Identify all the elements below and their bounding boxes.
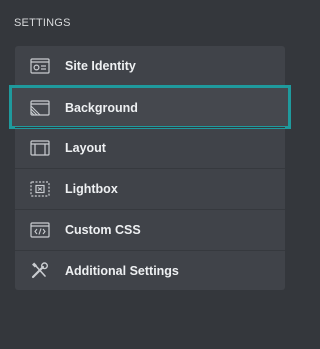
menu-item-label: Lightbox [65, 181, 118, 196]
lightbox-icon [29, 180, 51, 198]
menu-item-label: Site Identity [65, 59, 136, 73]
custom-css-icon [29, 221, 51, 239]
settings-section-title: SETTINGS [14, 17, 71, 29]
menu-item-label: Additional Settings [65, 263, 179, 278]
menu-item-layout[interactable]: Layout [15, 127, 285, 167]
layout-icon [29, 139, 51, 157]
menu-item-background[interactable]: Background [9, 85, 291, 129]
menu-item-label: Background [65, 100, 138, 115]
site-identity-icon [29, 57, 51, 75]
menu-item-label: Custom CSS [65, 222, 141, 237]
menu-item-site-identity[interactable]: Site Identity [15, 46, 285, 86]
menu-item-label: Layout [65, 140, 106, 155]
menu-item-custom-css[interactable]: Custom CSS [15, 209, 285, 249]
menu-item-lightbox[interactable]: Lightbox [15, 168, 285, 208]
menu-item-additional-settings[interactable]: Additional Settings [15, 250, 285, 290]
tools-icon [29, 261, 51, 280]
background-icon [29, 99, 51, 117]
settings-menu: Site Identity Background Layout Lightbox… [9, 46, 291, 290]
